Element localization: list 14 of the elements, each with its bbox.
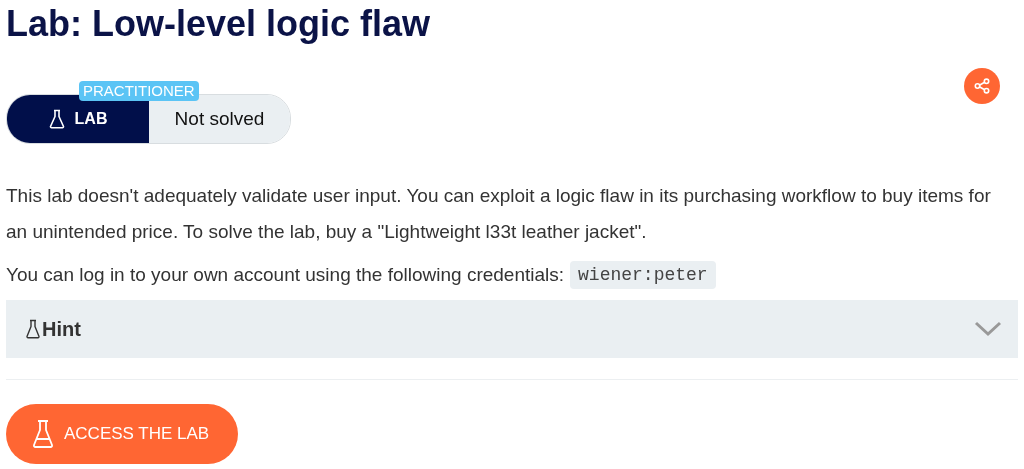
flask-icon bbox=[48, 109, 65, 129]
lab-title: Lab: Low-level logic flaw bbox=[6, 2, 431, 46]
credentials-text: You can log in to your own account using the following credentials: bbox=[6, 264, 565, 286]
flask-icon bbox=[32, 419, 54, 449]
credentials-code: wiener:peter bbox=[570, 261, 716, 289]
lab-description: This lab doesn't adequately validate user input. You can exploit a logic flaw in its purchasing workflow to buy items for an unintended price. To solve the lab, buy a "Lightweight l33t leather jacket". bbox=[6, 184, 992, 244]
chevron-icon bbox=[974, 321, 1002, 337]
share-icon bbox=[973, 77, 991, 95]
hint-toggle[interactable]: Hint bbox=[6, 300, 1018, 358]
lab-status: Not solved bbox=[149, 95, 290, 143]
lab-label: LAB bbox=[74, 110, 108, 128]
level-badge: PRACTITIONER bbox=[79, 81, 199, 101]
share-button[interactable] bbox=[964, 68, 1000, 104]
flask-icon bbox=[26, 319, 40, 339]
